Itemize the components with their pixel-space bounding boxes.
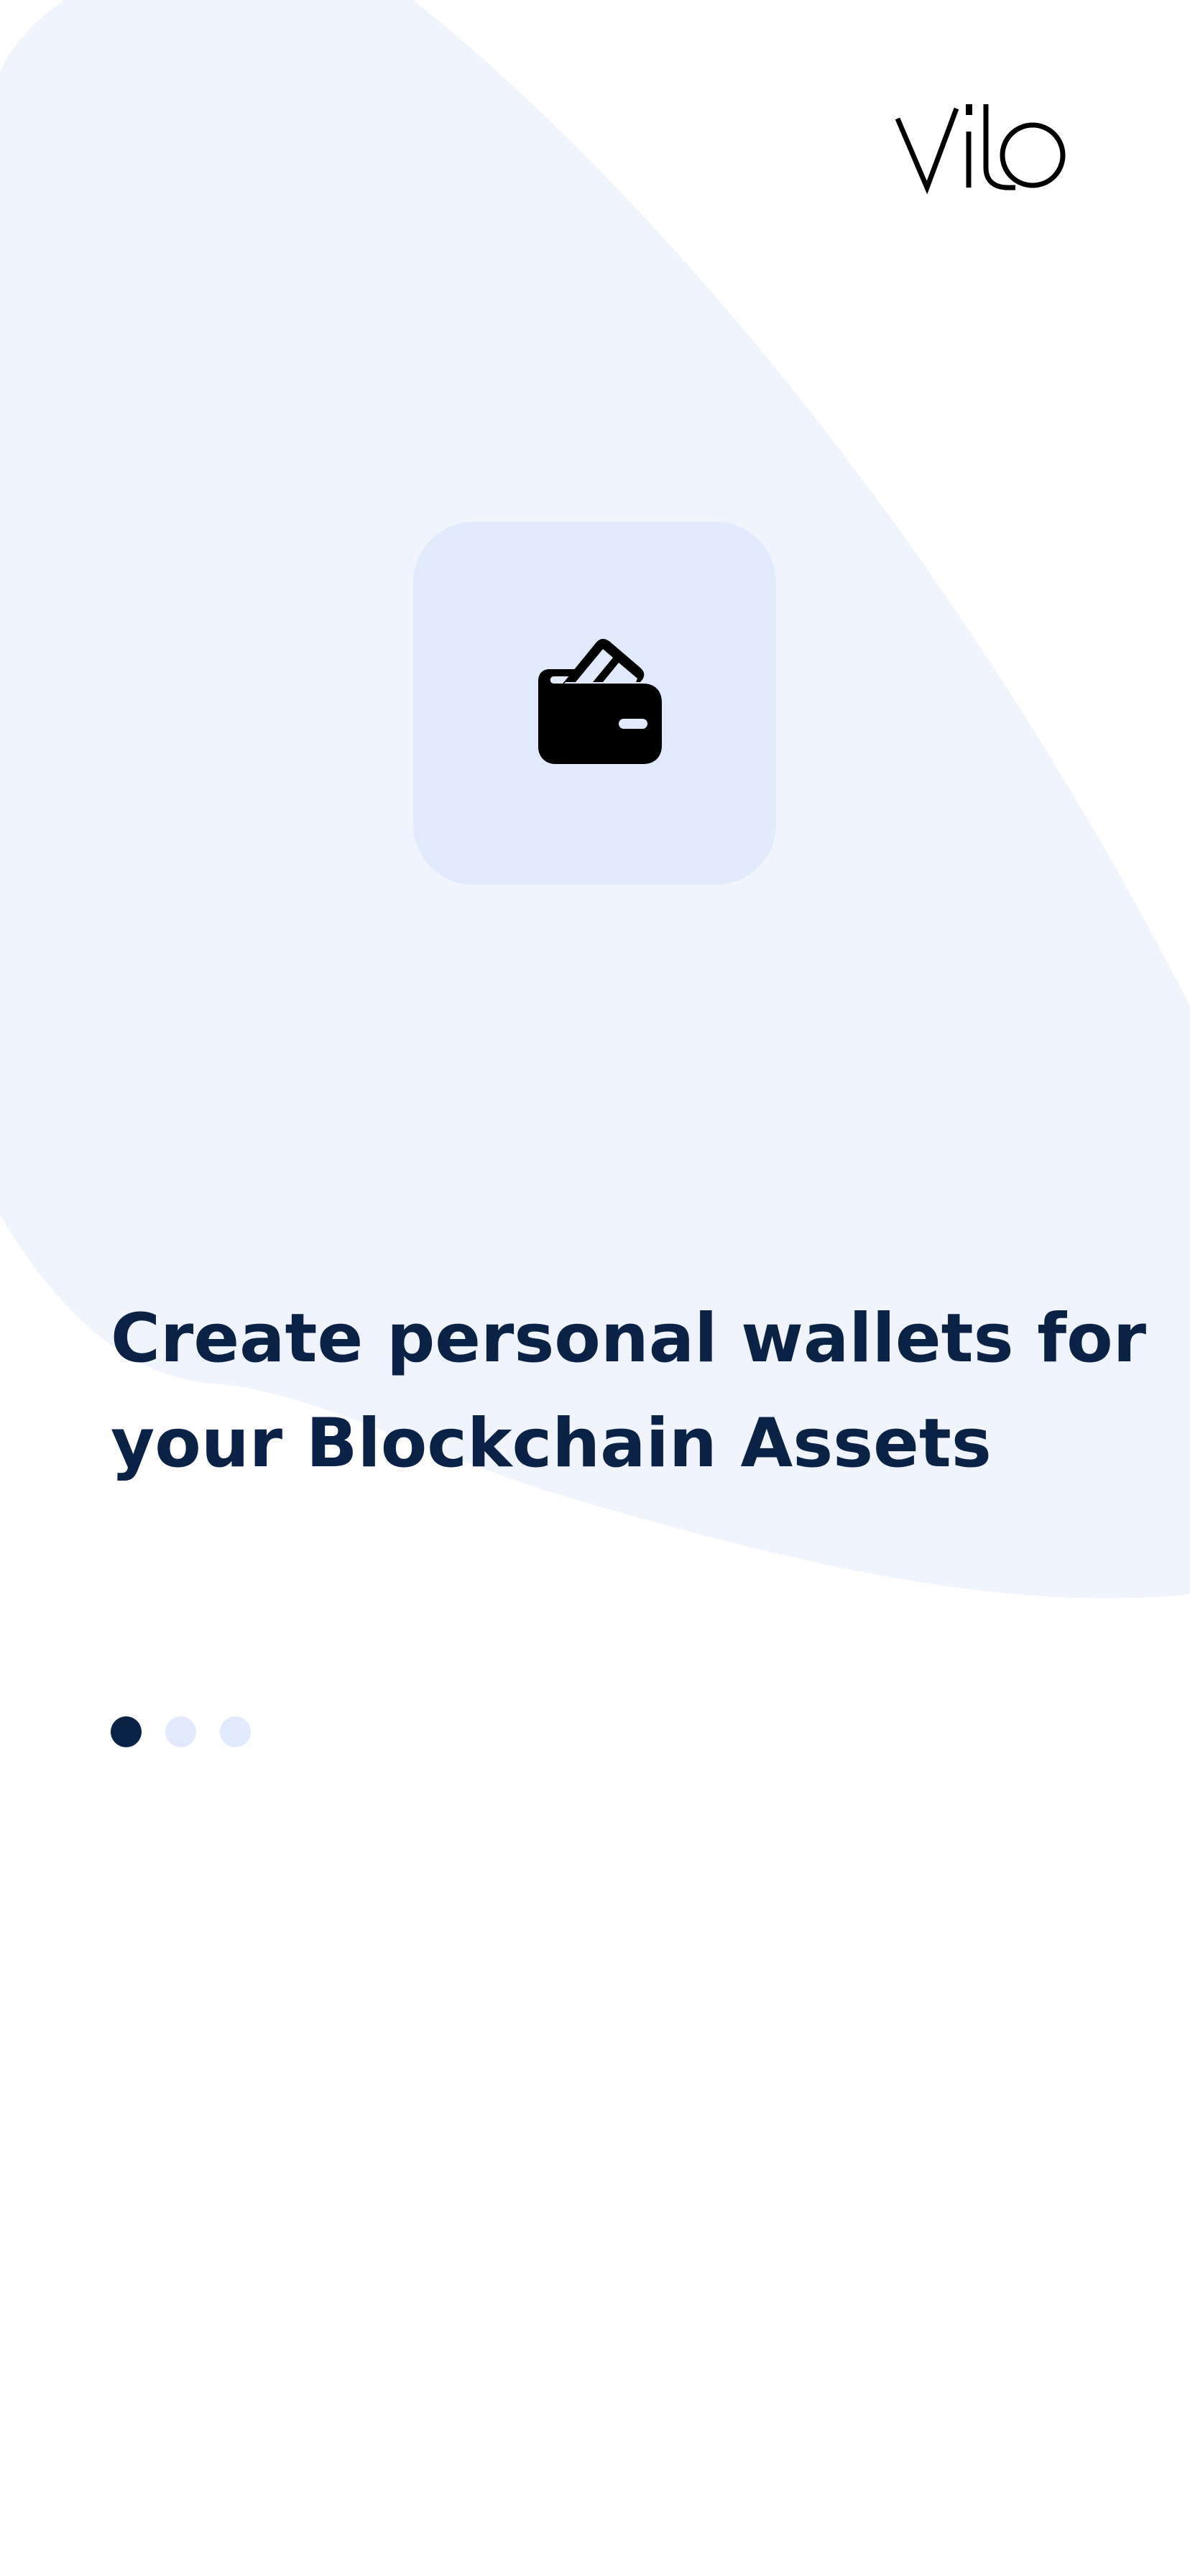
headline-line-2: your Blockchain Assets — [111, 1404, 992, 1483]
onboarding-headline: Create personal wallets for your Blockch… — [111, 1287, 1147, 1496]
page-dot-2[interactable] — [165, 1716, 196, 1747]
page-indicator — [111, 1716, 251, 1748]
wallet-icon — [538, 638, 662, 764]
page-dot-3[interactable] — [220, 1716, 251, 1747]
feature-illustration-tile — [413, 522, 776, 885]
headline-line-1: Create personal wallets for — [111, 1300, 1147, 1378]
onboarding-screen: vilo Create personal wallets for your Bl… — [0, 0, 1190, 2576]
page-dot-1[interactable] — [111, 1716, 142, 1747]
vilo-logo: vilo — [895, 104, 1066, 195]
